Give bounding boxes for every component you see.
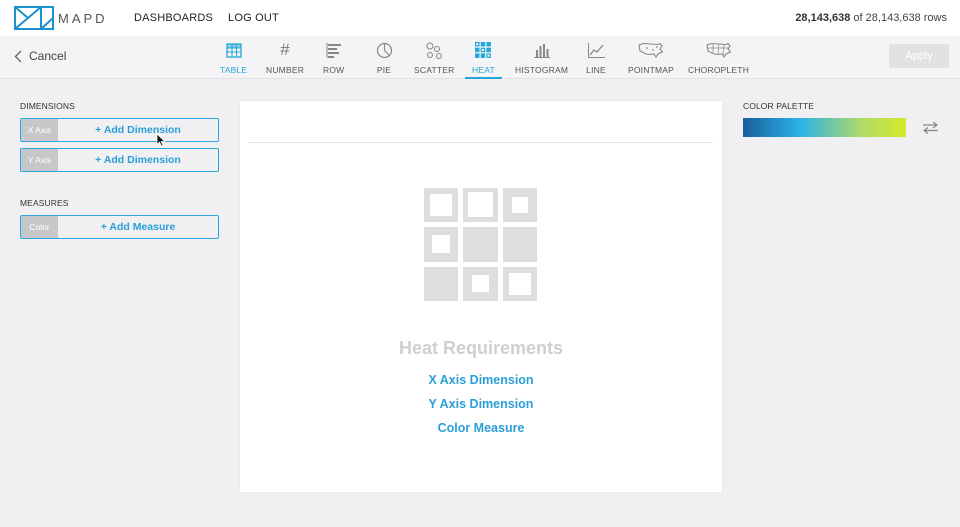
row-count-total: of 28,143,638 rows [850, 12, 947, 24]
requirement-color-measure[interactable]: Color Measure [240, 421, 722, 435]
chart-type-label: NUMBER [266, 65, 305, 75]
requirement-y-axis-dimension[interactable]: Y Axis Dimension [240, 397, 722, 411]
chart-type-label: PIE [376, 65, 392, 75]
divider [249, 142, 713, 143]
requirement-x-axis-dimension[interactable]: X Axis Dimension [240, 373, 722, 387]
add-dimension-button[interactable]: + Add Dimension [58, 149, 218, 171]
cancel-label: Cancel [29, 49, 67, 63]
histogram-icon [532, 40, 552, 60]
heat-requirements-title: Heat Requirements [398, 338, 564, 358]
chart-type-pie[interactable]: PIE [374, 40, 394, 78]
line-chart-icon [586, 40, 606, 60]
row-count: 28,143,638 of 28,143,638 rows [795, 12, 947, 24]
row-count-filtered: 28,143,638 [795, 12, 851, 24]
chart-preview-card: Heat Requirements X Axis Dimension Y Axi… [240, 101, 722, 492]
logo-text: MAPD [58, 11, 108, 26]
chart-type-histogram[interactable]: HISTOGRAM [515, 40, 568, 78]
color-tag: Color [21, 216, 58, 238]
mouse-cursor-icon [156, 133, 166, 147]
chart-type-label: HISTOGRAM [515, 65, 569, 75]
chart-type-label: CHOROPLETH [688, 65, 750, 75]
chart-type-heat[interactable]: HEAT [465, 40, 502, 79]
scatter-icon [424, 40, 444, 60]
chart-type-row[interactable]: ROW [323, 40, 344, 78]
apply-button[interactable]: Apply [889, 44, 949, 68]
chart-type-number[interactable]: # NUMBER [266, 40, 304, 78]
x-axis-tag: X Axis [21, 119, 58, 141]
chart-type-label: TABLE [220, 65, 248, 75]
chart-type-pointmap[interactable]: POINTMAP [628, 40, 674, 78]
cancel-button[interactable]: Cancel [14, 49, 66, 63]
chart-type-label: ROW [323, 65, 345, 75]
y-axis-dimension-slot[interactable]: Y Axis + Add Dimension [20, 148, 219, 172]
chart-type-table[interactable]: TABLE [220, 40, 247, 78]
heat-grid-icon [473, 40, 493, 60]
x-axis-dimension-slot[interactable]: X Axis + Add Dimension [20, 118, 219, 142]
table-icon [224, 40, 244, 60]
nav-dashboards[interactable]: DASHBOARDS [134, 12, 213, 24]
mapd-logo[interactable] [14, 6, 54, 30]
row-bars-icon [324, 40, 344, 60]
color-palette-swatch[interactable] [743, 118, 906, 137]
add-measure-button[interactable]: + Add Measure [58, 216, 218, 238]
dimensions-label: DIMENSIONS [20, 101, 75, 111]
chart-type-scatter[interactable]: SCATTER [414, 40, 454, 78]
chart-type-choropleth[interactable]: CHOROPLETH [688, 40, 749, 78]
chevron-left-icon [14, 50, 22, 62]
heat-placeholder-icon [424, 188, 537, 301]
nav-logout[interactable]: LOG OUT [228, 12, 279, 24]
swap-arrows-icon[interactable] [922, 121, 939, 134]
add-dimension-button[interactable]: + Add Dimension [58, 119, 218, 141]
chart-type-label: SCATTER [414, 65, 455, 75]
color-palette-label: COLOR PALETTE [743, 101, 815, 111]
chart-type-label: POINTMAP [628, 65, 674, 75]
chart-type-label: HEAT [472, 65, 495, 75]
top-nav: MAPD DASHBOARDS LOG OUT 28,143,638 of 28… [0, 0, 960, 36]
chart-toolbar: Cancel TABLE # NUMBER ROW PIE SCATTER HE… [0, 36, 960, 79]
pie-icon [374, 40, 394, 60]
chart-type-line[interactable]: LINE [586, 40, 606, 78]
hash-icon: # [280, 40, 290, 59]
usa-states-icon [705, 40, 732, 60]
color-measure-slot[interactable]: Color + Add Measure [20, 215, 219, 239]
usa-map-icon [638, 40, 664, 60]
y-axis-tag: Y Axis [21, 149, 58, 171]
chart-type-label: LINE [586, 65, 606, 75]
measures-label: MEASURES [20, 198, 69, 208]
